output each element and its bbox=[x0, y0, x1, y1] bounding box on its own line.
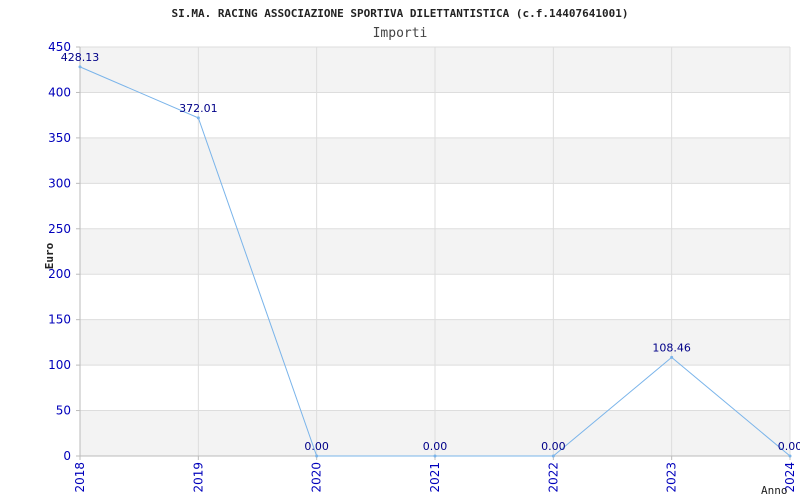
x-tick-labels: 2018 2019 2020 2021 2022 2023 2024 bbox=[73, 462, 797, 493]
data-label: 428.13 bbox=[61, 51, 100, 64]
x-tick-label: 2020 bbox=[310, 462, 324, 493]
data-label: 372.01 bbox=[179, 102, 218, 115]
x-tick-label: 2021 bbox=[428, 462, 442, 493]
x-tick-label: 2022 bbox=[546, 462, 560, 493]
data-point bbox=[788, 454, 792, 458]
chart-subtitle: Importi bbox=[373, 26, 428, 41]
data-point bbox=[551, 454, 555, 458]
y-tick-label: 150 bbox=[48, 313, 71, 327]
data-point bbox=[196, 116, 200, 120]
data-label: 108.46 bbox=[652, 341, 691, 354]
line-chart: SI.MA. RACING ASSOCIAZIONE SPORTIVA DILE… bbox=[43, 7, 800, 497]
data-point bbox=[433, 454, 437, 458]
x-tick-label: 2018 bbox=[73, 462, 87, 493]
y-tick-label: 300 bbox=[48, 176, 71, 190]
x-tick-label: 2023 bbox=[665, 462, 679, 493]
data-label: 0.00 bbox=[423, 440, 448, 453]
y-tick-label: 250 bbox=[48, 222, 71, 236]
y-tick-label: 50 bbox=[56, 404, 71, 418]
x-tick-label: 2019 bbox=[191, 462, 205, 493]
y-tick-label: 100 bbox=[48, 358, 71, 372]
data-label: 0.00 bbox=[541, 440, 566, 453]
y-tick-label: 0 bbox=[63, 449, 71, 463]
chart-title: SI.MA. RACING ASSOCIAZIONE SPORTIVA DILE… bbox=[172, 7, 629, 20]
data-label: 0.00 bbox=[304, 440, 329, 453]
y-axis-label: Euro bbox=[43, 242, 56, 269]
data-point bbox=[78, 65, 82, 69]
x-axis-label: Anno bbox=[761, 484, 788, 497]
data-label: 0.00 bbox=[778, 440, 800, 453]
y-tick-label: 350 bbox=[48, 131, 71, 145]
y-tick-label: 400 bbox=[48, 85, 71, 99]
data-point bbox=[315, 454, 319, 458]
data-point bbox=[670, 355, 674, 359]
